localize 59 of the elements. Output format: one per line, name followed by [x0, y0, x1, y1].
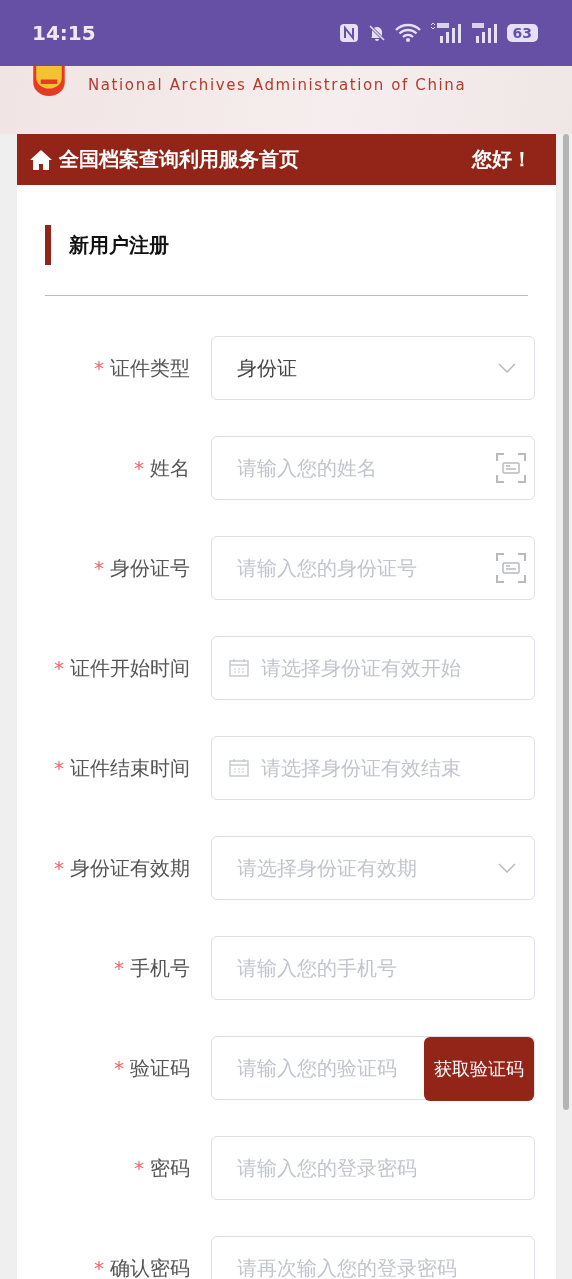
section-title: 新用户注册 [69, 231, 169, 259]
placeholder-text: 请输入您的验证码 [237, 1054, 397, 1082]
placeholder-text: 请输入您的手机号 [237, 954, 397, 982]
placeholder-text: 请再次输入您的登录密码 [237, 1254, 457, 1279]
field-label: 密码 [150, 1154, 190, 1182]
wifi-icon [394, 23, 421, 43]
status-time: 14:15 [32, 21, 96, 45]
home-link[interactable]: 全国档案查询利用服务首页 [29, 146, 299, 173]
dropdown-field[interactable]: 请选择身份证有效期 [211, 836, 535, 900]
field-label: 确认密码 [110, 1254, 190, 1279]
required-asterisk: * [134, 456, 144, 480]
bell-muted-icon [366, 23, 387, 43]
required-asterisk: * [94, 356, 104, 380]
signal-icon [428, 22, 463, 44]
placeholder-text: 请选择身份证有效期 [237, 854, 417, 882]
id-card-scan-icon [496, 453, 526, 483]
field-label: 验证码 [130, 1054, 190, 1082]
nfc-icon [338, 23, 359, 43]
home-icon [29, 148, 53, 171]
required-asterisk: * [94, 1256, 104, 1279]
field-label: 身份证号 [110, 554, 190, 582]
field-label: 证件结束时间 [70, 754, 190, 782]
title-accent [45, 225, 51, 265]
dropdown-field[interactable]: 身份证 [211, 336, 535, 400]
field-label: 手机号 [130, 954, 190, 982]
required-asterisk: * [134, 1156, 144, 1180]
required-asterisk: * [54, 656, 64, 680]
date-field[interactable]: 请选择身份证有效开始 [211, 636, 535, 700]
input-field[interactable]: 请输入您的登录密码 [211, 1136, 535, 1200]
placeholder-text: 请选择身份证有效开始 [261, 654, 461, 682]
required-asterisk: * [114, 956, 124, 980]
field-label: 身份证有效期 [70, 854, 190, 882]
input-field[interactable]: 请输入您的姓名 [211, 436, 535, 500]
required-asterisk: * [114, 1056, 124, 1080]
chevron-down-icon [498, 863, 516, 873]
placeholder-text: 请输入您的身份证号 [237, 554, 417, 582]
battery-level: 63 [506, 24, 538, 42]
placeholder-text: 请输入您的登录密码 [237, 1154, 417, 1182]
greeting-text: 您好！ [472, 146, 532, 173]
input-field[interactable]: 请输入您的验证码 获取验证码 [211, 1036, 535, 1100]
placeholder-text: 请选择身份证有效结束 [261, 754, 461, 782]
field-label: 证件开始时间 [70, 654, 190, 682]
signal-icon [470, 22, 499, 44]
agency-subtitle: National Archives Administration of China [88, 76, 467, 94]
calendar-icon [229, 759, 249, 777]
placeholder-text: 请输入您的姓名 [237, 454, 377, 482]
field-label: 证件类型 [110, 354, 190, 382]
required-asterisk: * [54, 856, 64, 880]
field-label: 姓名 [150, 454, 190, 482]
input-field[interactable]: 请再次输入您的登录密码 [211, 1236, 535, 1279]
input-field[interactable]: 请输入您的手机号 [211, 936, 535, 1000]
required-asterisk: * [54, 756, 64, 780]
input-field[interactable]: 请输入您的身份证号 [211, 536, 535, 600]
required-asterisk: * [94, 556, 104, 580]
calendar-icon [229, 659, 249, 677]
date-field[interactable]: 请选择身份证有效结束 [211, 736, 535, 800]
id-card-scan-icon [496, 553, 526, 583]
chevron-down-icon [498, 363, 516, 373]
get-code-button[interactable]: 获取验证码 [424, 1037, 534, 1101]
